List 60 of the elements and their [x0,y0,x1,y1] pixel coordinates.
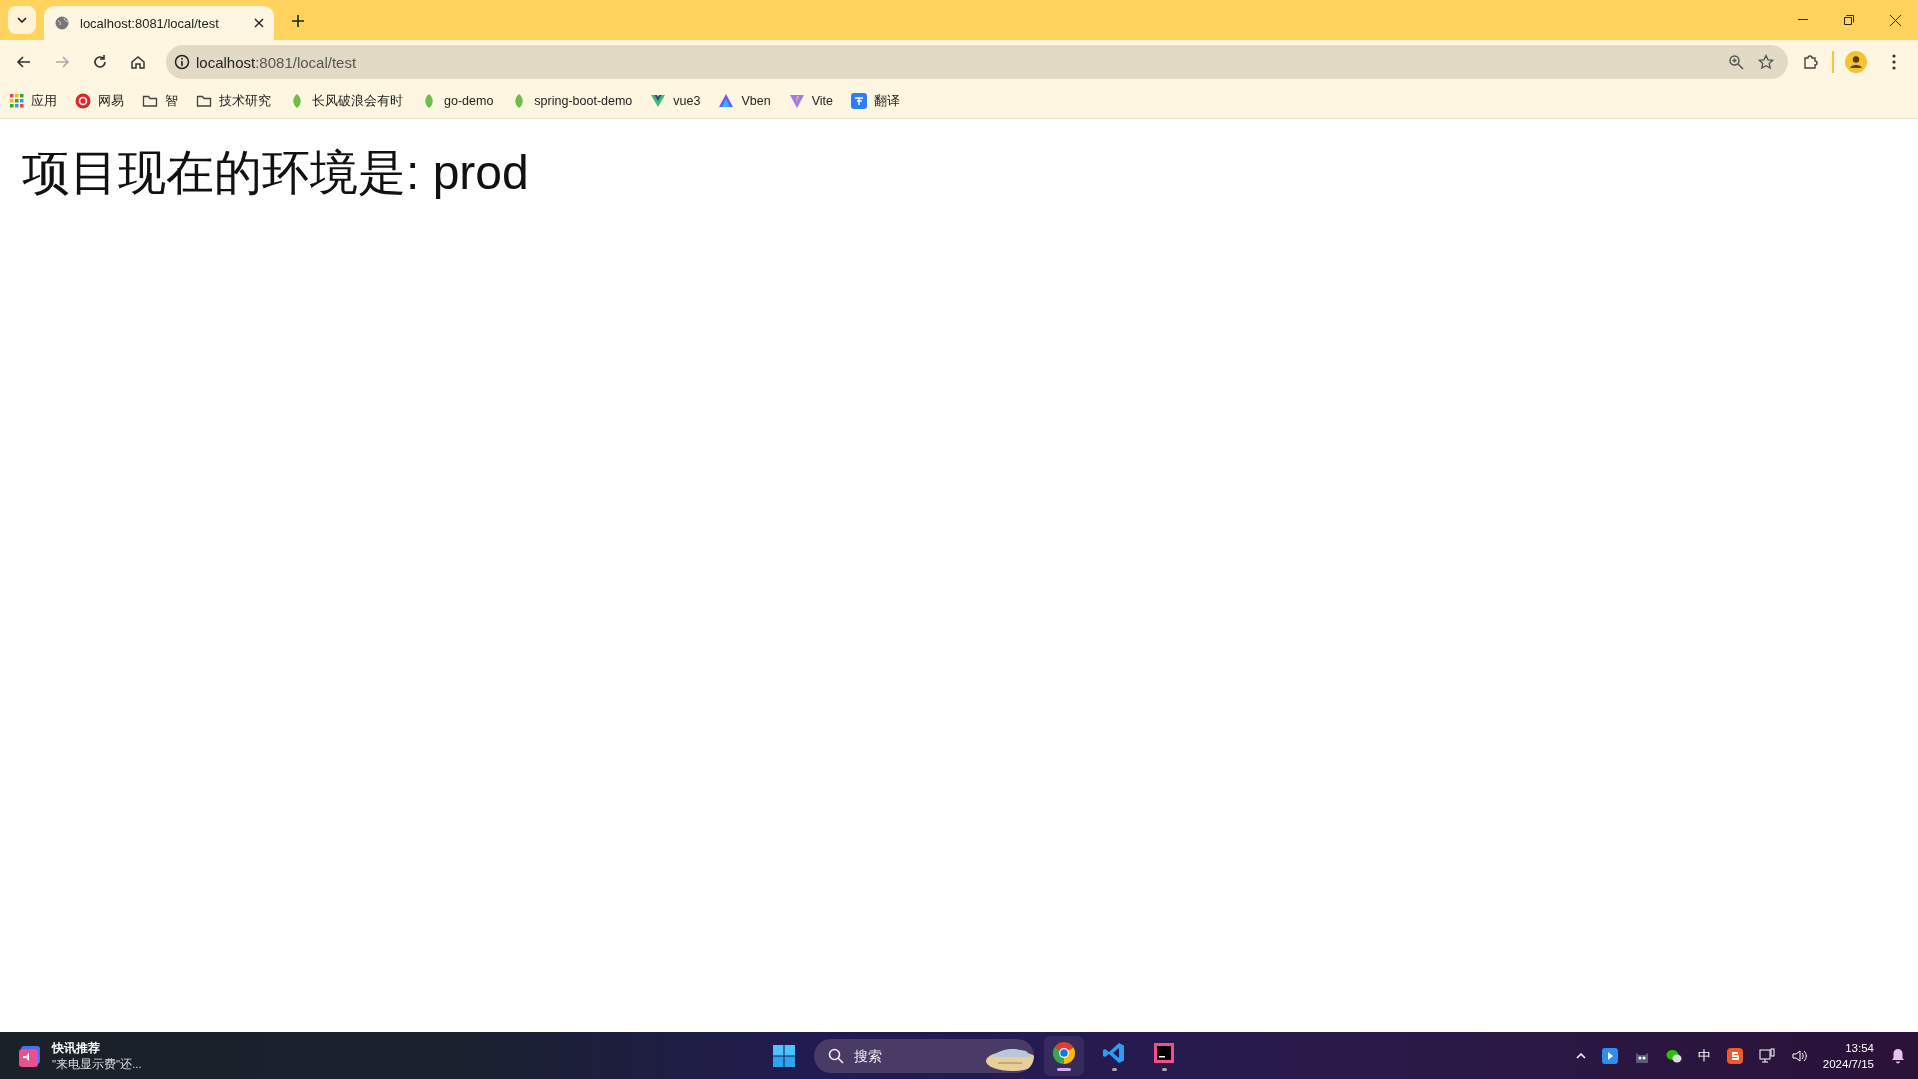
forward-arrow-icon [54,54,70,70]
browser-tab[interactable]: localhost:8081/local/test [44,6,274,40]
close-icon[interactable] [254,18,264,28]
chrome-icon [1052,1040,1076,1065]
back-arrow-icon [16,54,32,70]
network-icon [1758,1047,1775,1064]
star-icon [1758,54,1774,70]
zoom-icon[interactable] [1728,54,1744,70]
chat-icon [1665,1047,1682,1064]
reload-icon [92,54,108,70]
input-method-indicator[interactable]: 中 [1697,1046,1711,1065]
minimize-icon [1798,19,1808,21]
bookmark-link[interactable]: go-demo [421,93,494,109]
globe-icon [54,15,70,31]
windows-logo-icon [773,1044,795,1067]
address-bar[interactable]: localhost:8081/local/test [166,45,1788,79]
search-icon [828,1047,844,1064]
widget-text: "来电显示费"还... [52,1056,142,1072]
speaker-icon [1790,1047,1807,1064]
clock-date: 2024/7/15 [1822,1056,1874,1072]
avatar-icon [1845,51,1867,73]
vben-logo-icon [718,93,735,109]
folder-icon [196,93,212,109]
bookmark-link[interactable]: 网易 [75,92,124,110]
news-widget-icon [18,1043,42,1068]
bookmark-link[interactable]: 长风破浪会有时 [289,92,403,110]
code-editor-icon [1102,1040,1126,1065]
folder-icon [142,93,158,109]
bell-icon[interactable] [1890,1047,1906,1064]
home-icon [130,54,146,70]
bookmark-link[interactable]: 技术研究 [196,92,271,110]
page-heading: 项目现在的环境是: prod [22,145,529,201]
tab-list-button[interactable] [8,6,36,34]
bookmark-link[interactable]: Vite [788,93,833,109]
plus-icon [292,15,304,27]
bookmark-link[interactable]: 翻译 [850,92,900,110]
input-logo-icon [1726,1047,1743,1064]
netease-logo-icon [75,93,91,109]
info-icon [174,54,190,70]
translate-icon [850,93,867,109]
bookmark-link[interactable]: 应用 [10,92,57,110]
restore-icon [1844,15,1854,25]
vite-logo-icon [788,93,805,109]
clock-time: 13:54 [1845,1040,1874,1056]
apps-grid-icon [10,94,24,108]
close-icon [1889,14,1901,26]
more-vertical-icon [1892,54,1896,70]
bookmark-link[interactable]: Vben [718,93,771,109]
app-tray-icon [1601,1047,1618,1064]
vue-logo-icon [650,93,667,109]
chevron-down-icon [17,17,27,23]
bookmark-link[interactable]: spring-boot-demo [511,93,633,109]
widget-title: 快讯推荐 [52,1039,101,1057]
chevron-up-icon[interactable] [1575,1052,1586,1059]
taskbar-app-button[interactable] [1044,1035,1084,1076]
bookmark-link[interactable]: 智 [142,92,178,110]
tab-title: localhost:8081/local/test [80,15,220,31]
bookmark-link[interactable]: vue3 [650,93,701,109]
ide-icon [1152,1040,1176,1065]
puzzle-icon [1802,54,1818,70]
